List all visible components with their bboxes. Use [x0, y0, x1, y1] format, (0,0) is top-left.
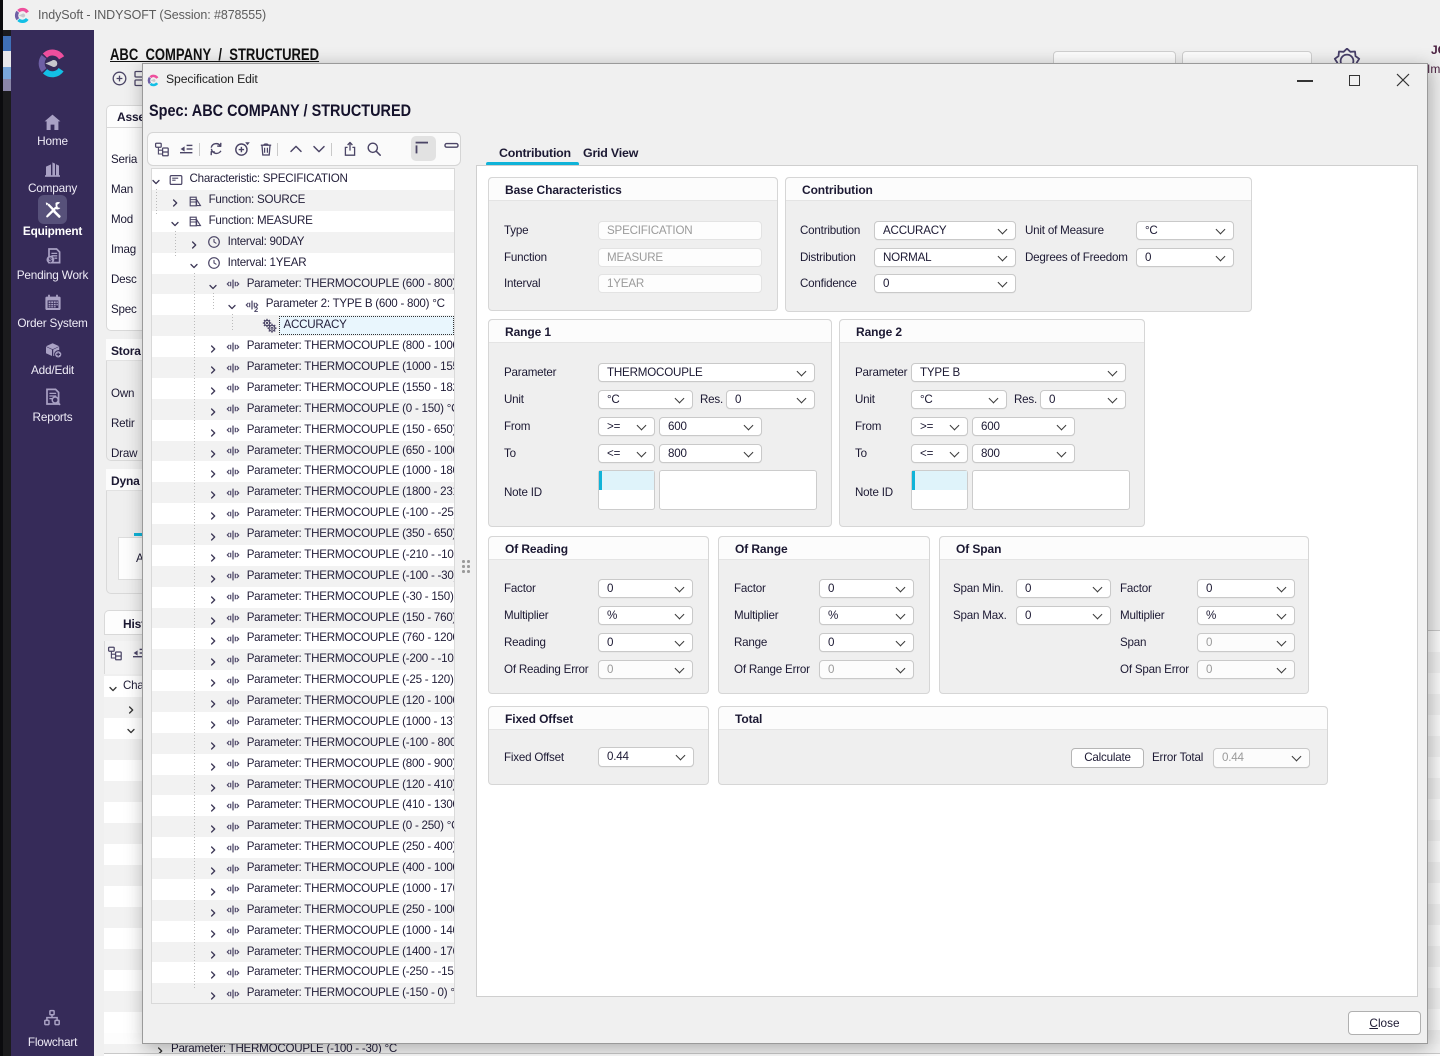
svg-text:$: $	[49, 257, 53, 264]
svg-text:2: 2	[254, 305, 258, 312]
